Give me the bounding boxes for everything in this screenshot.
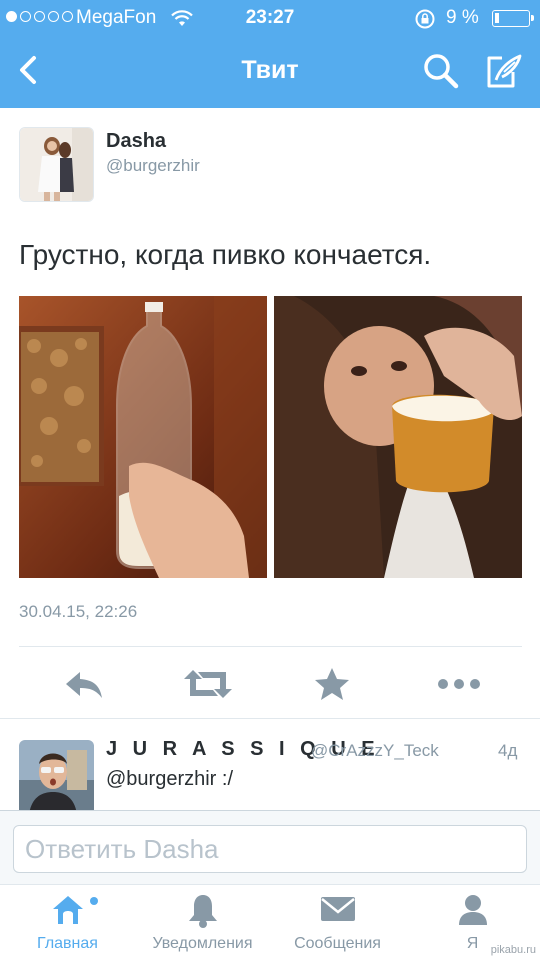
reply-username[interactable]: @CrAzzzY_Teck: [311, 741, 439, 761]
tweet-actions: [0, 660, 540, 710]
watermark: pikabu.ru: [488, 944, 538, 956]
tweet-timestamp: 30.04.15, 22:26: [19, 602, 138, 621]
tab-label: Уведомления: [152, 935, 253, 952]
reply-avatar[interactable]: [19, 740, 94, 810]
app-header: MegaFon 23:27 9 % Твит: [0, 0, 540, 108]
divider: [0, 718, 540, 719]
status-bar: MegaFon 23:27 9 %: [0, 0, 540, 36]
tweet-photo-selfie[interactable]: [274, 296, 522, 578]
reply-timestamp: 4д: [498, 741, 518, 760]
avatar[interactable]: [19, 127, 94, 202]
person-icon: [458, 895, 487, 925]
tweet-photo-bottle[interactable]: [19, 296, 267, 578]
reply-input[interactable]: [13, 825, 527, 873]
retweet-icon[interactable]: [183, 666, 233, 702]
tab-label: Сообщения: [294, 935, 381, 952]
tweet-detail[interactable]: Dasha @burgerzhir Грустно, когда пивко к…: [0, 108, 540, 810]
divider: [19, 646, 522, 647]
envelope-icon: [320, 897, 355, 921]
search-icon[interactable]: [420, 50, 462, 92]
tab-bar: Главная Уведомления Сообщения Я pikabu.r…: [0, 884, 540, 960]
tab-label: Главная: [37, 935, 98, 952]
battery-icon: [492, 10, 534, 27]
tab-messages[interactable]: Сообщения: [270, 885, 405, 960]
favorite-icon[interactable]: [313, 666, 351, 702]
nav-bar: Твит: [0, 36, 540, 108]
more-icon[interactable]: [436, 666, 482, 702]
battery-percent: 9 %: [446, 7, 479, 28]
reply-icon[interactable]: [62, 666, 106, 702]
reply-text: @burgerzhir :/: [106, 768, 234, 790]
tweet-text: Грустно, когда пивко кончается.: [19, 239, 432, 270]
reply-composer: [0, 810, 540, 884]
bell-icon: [188, 895, 217, 928]
tweet-display-name[interactable]: Dasha: [106, 130, 166, 153]
rotation-lock-icon: [415, 9, 435, 29]
tab-home[interactable]: Главная: [0, 885, 135, 960]
tab-notifications[interactable]: Уведомления: [135, 885, 270, 960]
tweet-username[interactable]: @burgerzhir: [106, 156, 200, 176]
notification-dot: [90, 897, 98, 905]
home-icon: [52, 896, 83, 924]
compose-icon[interactable]: [482, 50, 526, 92]
